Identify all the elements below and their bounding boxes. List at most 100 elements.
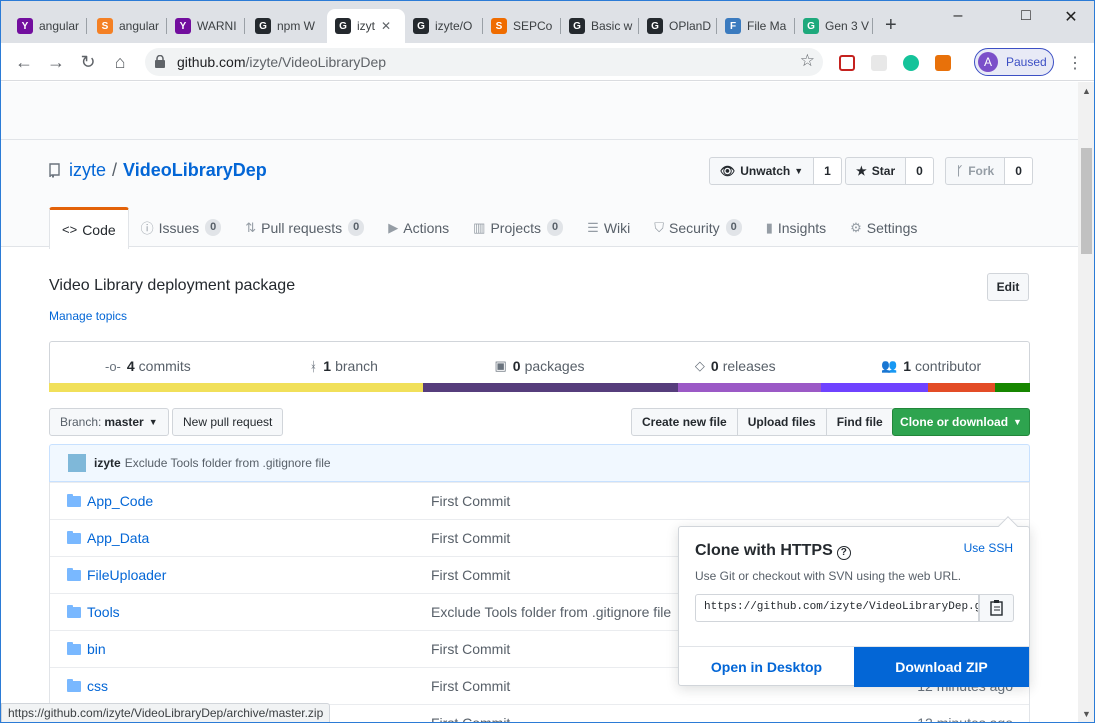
browser-tab[interactable]: F File Ma [717, 9, 795, 43]
commit-author[interactable]: izyte [94, 456, 121, 470]
browser-tab[interactable]: Sangular [89, 9, 167, 43]
grammarly-icon[interactable] [903, 55, 919, 71]
browser-tab[interactable]: G Gen 3 V [795, 9, 873, 43]
tab-favicon-icon: Y [175, 18, 191, 34]
tab-favicon-icon: F [725, 18, 741, 34]
browser-tab[interactable]: Gnpm W [247, 9, 325, 43]
file-name-link[interactable]: Tools [87, 604, 120, 620]
summary-count: 1 [323, 358, 332, 374]
use-ssh-link[interactable]: Use SSH [964, 541, 1013, 555]
create-new-file-button[interactable]: Create new file [631, 408, 738, 436]
file-commit-message[interactable]: First Commit [431, 567, 510, 583]
back-icon[interactable]: ← [13, 51, 35, 73]
new-pull-request-button[interactable]: New pull request [172, 408, 284, 436]
extension-shield-icon[interactable] [839, 55, 855, 71]
browser-tab[interactable]: Yangular [9, 9, 87, 43]
manage-topics-link[interactable]: Manage topics [49, 309, 127, 323]
branch-select[interactable]: Branch: master ▼ [49, 408, 169, 436]
maximize-button[interactable]: □ [1011, 7, 1041, 27]
tab-security[interactable]: ⛉ Security 0 [642, 207, 753, 248]
summary-label: commits [138, 358, 191, 374]
unwatch-button[interactable]: 👁 Unwatch ▼ [709, 157, 815, 185]
browser-tab[interactable]: Y WARNI [167, 9, 245, 43]
bookmark-star-icon[interactable]: ☆ [800, 51, 815, 71]
file-commit-message[interactable]: First Commit [431, 641, 510, 657]
browser-tab[interactable]: Gizyt ✕ [327, 9, 405, 43]
browser-tab[interactable]: G OPlanD [639, 9, 717, 43]
commit-message[interactable]: Exclude Tools folder from .gitignore fil… [125, 456, 331, 470]
star-button[interactable]: ★ Star [845, 157, 907, 185]
language-segment[interactable] [821, 383, 928, 392]
language-segment[interactable] [927, 383, 995, 392]
file-commit-message[interactable]: First Commit [431, 715, 510, 722]
upload-files-button[interactable]: Upload files [737, 408, 827, 436]
language-segment[interactable] [677, 383, 822, 392]
repo-name-link[interactable]: VideoLibraryDep [123, 160, 267, 181]
tab-wiki[interactable]: ☰ Wiki [575, 207, 642, 248]
close-window-button[interactable]: ✕ [1056, 7, 1086, 27]
tab-label: Code [82, 221, 116, 238]
language-segment[interactable] [422, 383, 678, 392]
repo-owner-link[interactable]: izyte [69, 160, 106, 181]
file-commit-message[interactable]: First Commit [431, 493, 510, 509]
address-bar[interactable]: github.com/izyte/VideoLibraryDep ☆ [145, 48, 823, 76]
home-icon[interactable]: ⌂ [109, 51, 131, 73]
forward-icon[interactable]: → [45, 51, 67, 73]
star-icon: ★ [856, 164, 867, 178]
find-file-button[interactable]: Find file [826, 408, 894, 436]
tab-favicon-icon: G [413, 18, 429, 34]
minimize-button[interactable]: – [943, 7, 973, 27]
tab-insights[interactable]: ▮ Insights [754, 207, 838, 248]
scroll-up-icon[interactable]: ▲ [1082, 86, 1091, 96]
file-commit-message[interactable]: First Commit [431, 678, 510, 694]
browser-tab[interactable]: Gizyte/O [405, 9, 483, 43]
tab-pull-requests[interactable]: ⇅ Pull requests 0 [233, 207, 376, 248]
code-icon: <> [62, 222, 78, 237]
tab-favicon-icon: G [803, 18, 819, 34]
language-bar[interactable] [49, 383, 1030, 392]
scrollbar-thumb[interactable] [1081, 148, 1092, 254]
clone-url-input[interactable]: https://github.com/izyte/VideoLibraryDep… [695, 594, 979, 622]
watch-count[interactable]: 1 [814, 157, 842, 185]
commit-author-avatar[interactable] [68, 454, 86, 472]
browser-tab[interactable]: G Basic w [561, 9, 639, 43]
tab-actions[interactable]: ▶ Actions [376, 207, 461, 248]
popup-description: Use Git or checkout with SVN using the w… [695, 569, 962, 583]
file-name-link[interactable]: bin [87, 641, 106, 657]
scroll-down-icon[interactable]: ▼ [1082, 709, 1091, 719]
file-commit-message[interactable]: Exclude Tools folder from .gitignore fil… [431, 604, 671, 620]
star-count[interactable]: 0 [906, 157, 934, 185]
file-name-link[interactable]: App_Code [87, 493, 153, 509]
new-tab-button[interactable]: + [885, 15, 897, 35]
edit-description-button[interactable]: Edit [987, 273, 1029, 301]
extension-box-icon[interactable] [935, 55, 951, 71]
tab-issues[interactable]: ⓘ Issues 0 [129, 207, 234, 248]
fork-count[interactable]: 0 [1005, 157, 1033, 185]
file-commit-message[interactable]: First Commit [431, 530, 510, 546]
file-name-link[interactable]: App_Data [87, 530, 149, 546]
tab-code[interactable]: <> Code [49, 207, 129, 249]
open-in-desktop-button[interactable]: Open in Desktop [679, 647, 854, 687]
file-name-link[interactable]: FileUploader [87, 567, 166, 583]
close-tab-icon[interactable]: ✕ [381, 19, 391, 33]
tab-settings[interactable]: ⚙ Settings [838, 207, 929, 248]
file-name-link[interactable]: css [87, 678, 108, 694]
menu-kebab-icon[interactable]: ⋮ [1067, 53, 1083, 73]
copy-clipboard-button[interactable] [979, 594, 1014, 622]
extension-grid-icon[interactable] [871, 55, 887, 71]
page-scrollbar[interactable]: ▲ ▼ [1078, 82, 1094, 722]
fork-button[interactable]: ᚴ Fork [945, 157, 1006, 185]
profile-button[interactable]: A Paused [974, 48, 1054, 76]
tab-label: Gen 3 V [825, 19, 870, 33]
tab-label: File Ma [747, 19, 787, 33]
tab-label: Insights [777, 219, 827, 236]
help-icon[interactable]: ? [836, 546, 851, 560]
clone-or-download-button[interactable]: Clone or download ▼ [892, 408, 1030, 436]
language-segment[interactable] [994, 383, 1030, 392]
language-segment[interactable] [49, 383, 423, 392]
browser-tab[interactable]: S SEPCo [483, 9, 561, 43]
caret-down-icon: ▼ [1013, 417, 1022, 427]
download-zip-button[interactable]: Download ZIP [854, 647, 1029, 687]
tab-projects[interactable]: ▥ Projects 0 [461, 207, 575, 248]
reload-icon[interactable]: ↻ [77, 51, 99, 73]
